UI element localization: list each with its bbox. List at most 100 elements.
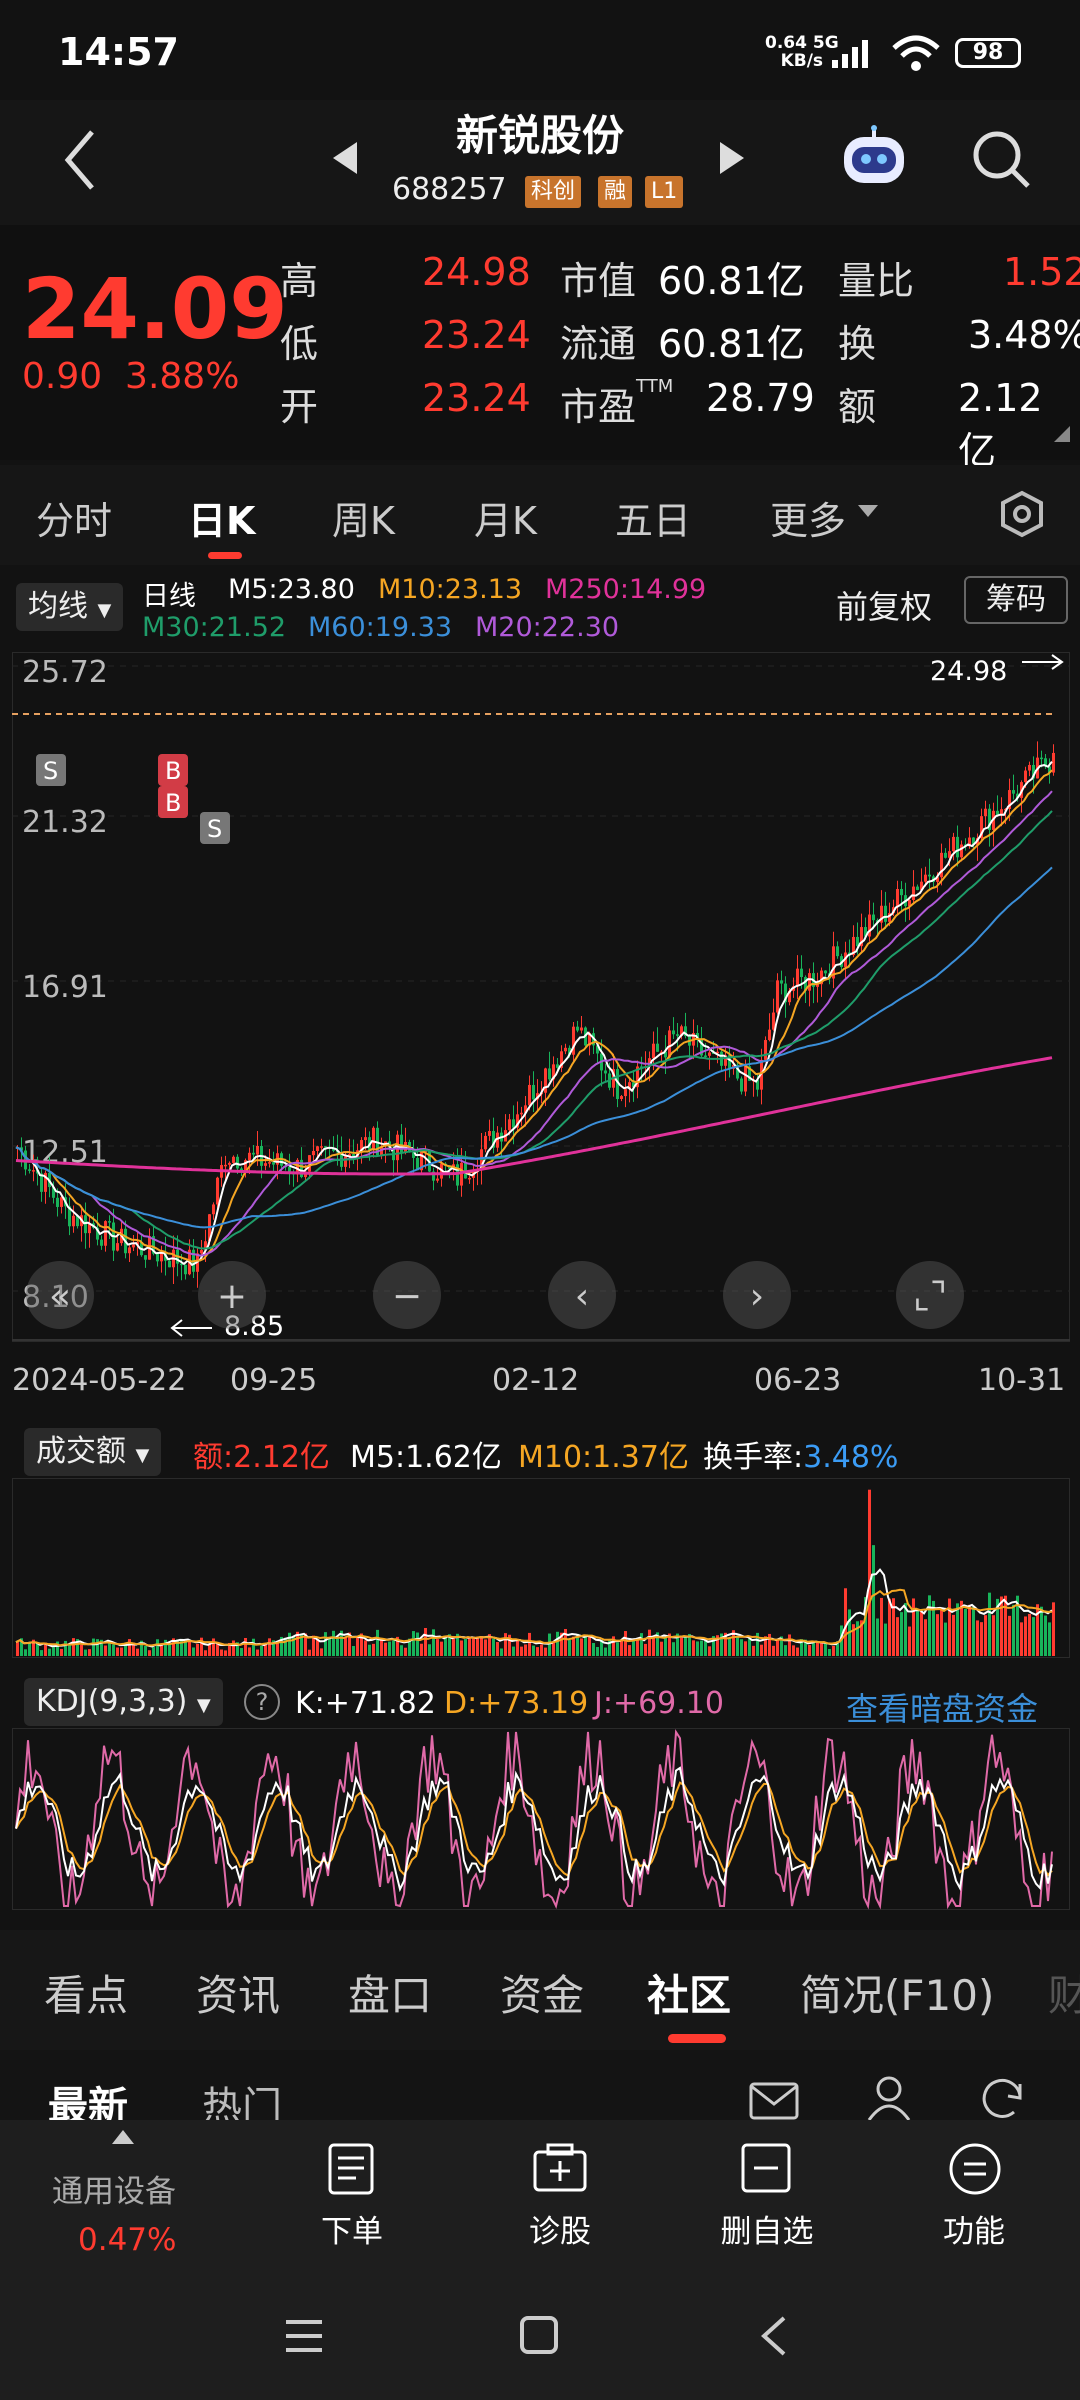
x-tick-label: 2024-05-22 [12, 1363, 186, 1398]
volume-chart[interactable] [12, 1478, 1070, 1658]
kdj-type-label: KDJ(9,3,3) [36, 1684, 188, 1719]
toolbar-order[interactable]: 下单 [300, 2206, 404, 2251]
net-unit: KB/s [780, 51, 824, 71]
volume-bar [48, 1648, 51, 1656]
volume-bar [468, 1636, 471, 1656]
tab-monthly-k[interactable]: 月K [474, 490, 537, 545]
volume-bar [940, 1609, 943, 1656]
candle-body [672, 1030, 675, 1035]
volume-bar [464, 1638, 467, 1656]
chart-control-icon: + [217, 1276, 247, 1317]
kdj-type-dropdown[interactable]: KDJ(9,3,3) ▼ [24, 1678, 223, 1726]
tab-more[interactable]: 更多 [770, 490, 846, 545]
candle-body [272, 1162, 275, 1165]
kdj-j: J:+69.10 [594, 1686, 724, 1721]
diagnose-icon[interactable] [532, 2142, 588, 2194]
volume-bar [232, 1640, 235, 1656]
volume-bar [208, 1644, 211, 1656]
indicator-type-dropdown[interactable]: 均线 ▼ [16, 583, 124, 631]
settings-hexagon-icon[interactable] [998, 490, 1046, 538]
candle-body [544, 1068, 547, 1093]
battery-icon: 98 [955, 38, 1021, 68]
dark-pool-link[interactable]: 查看暗盘资金 [846, 1684, 1038, 1730]
chip-distribution-button[interactable]: 筹码 [964, 576, 1068, 624]
candle-body [252, 1152, 255, 1155]
tab-five-day[interactable]: 五日 [615, 490, 691, 545]
function-menu-icon[interactable] [948, 2142, 1002, 2196]
tab-weekly-k[interactable]: 周K [332, 490, 395, 545]
refresh-icon[interactable] [980, 2076, 1026, 2120]
nav-back-icon[interactable] [758, 2314, 788, 2358]
kdj-help-icon[interactable]: ? [244, 1684, 280, 1720]
order-icon[interactable] [326, 2142, 376, 2196]
ma10-line [15, 769, 1053, 1263]
volume-bar [808, 1645, 811, 1656]
volume-type-dropdown[interactable]: 成交额 ▼ [24, 1428, 162, 1476]
candle-body [532, 1084, 535, 1100]
volume-bar [60, 1648, 63, 1656]
candle-body [1012, 790, 1015, 794]
x-tick-label: 10-31 [978, 1363, 1065, 1398]
price-adjust-toggle[interactable]: 前复权 [836, 582, 932, 628]
tab-profile-f10[interactable]: 简况(F10) [800, 1962, 994, 2023]
volume-bar [672, 1642, 675, 1656]
toolbar-function[interactable]: 功能 [922, 2206, 1026, 2251]
tab-community[interactable]: 社区 [647, 1962, 731, 2023]
expand-corner-icon[interactable] [1054, 426, 1070, 442]
remove-watchlist-icon[interactable] [740, 2142, 792, 2194]
volume-bar [984, 1615, 987, 1656]
sector-name[interactable]: 通用设备 [52, 2166, 176, 2211]
menu-icon[interactable] [282, 2316, 326, 2356]
tab-intraday[interactable]: 分时 [36, 490, 112, 545]
next-stock-icon[interactable] [720, 142, 744, 174]
candle-body [160, 1252, 163, 1262]
robot-assistant-icon[interactable] [838, 125, 910, 191]
wifi-icon [892, 35, 940, 71]
label-pe-ttm: TTM [636, 376, 674, 397]
candle-body [924, 874, 927, 882]
candle-body [184, 1264, 187, 1275]
toolbar-diagnose[interactable]: 诊股 [508, 2206, 612, 2251]
kdj-chart[interactable] [12, 1728, 1070, 1910]
volume-bar [352, 1646, 355, 1656]
volume-bar [240, 1648, 243, 1656]
tab-order-book[interactable]: 盘口 [348, 1962, 432, 2023]
user-icon[interactable] [866, 2074, 912, 2120]
volume-bar [1040, 1606, 1043, 1656]
candle-body [320, 1146, 323, 1148]
candlestick-chart[interactable]: 25.7221.3216.9112.518.1024.98SBBS8.85«+−… [12, 652, 1070, 1342]
volume-bar [260, 1645, 263, 1656]
volume-bar [476, 1637, 479, 1656]
net-speed-value: 0.64 [765, 33, 807, 53]
volume-bar [388, 1641, 391, 1656]
volume-bar [244, 1637, 247, 1656]
candle-body [484, 1135, 487, 1150]
tab-capital[interactable]: 资金 [500, 1962, 584, 2023]
volume-bar [844, 1588, 847, 1656]
candle-body [212, 1204, 215, 1215]
tab-news[interactable]: 资讯 [196, 1962, 280, 2023]
volume-bar [900, 1612, 903, 1656]
volume-bar [1004, 1595, 1007, 1656]
subtab-hot[interactable]: 热门 [202, 2074, 282, 2120]
tab-daily-k[interactable]: 日K [188, 490, 255, 545]
home-icon[interactable] [518, 2314, 560, 2356]
message-icon[interactable] [748, 2078, 800, 2120]
chart-control-icon: › [750, 1276, 764, 1317]
volume-bar [224, 1650, 227, 1656]
volume-bar [704, 1640, 707, 1656]
subtab-latest[interactable]: 最新 [48, 2074, 128, 2120]
candle-body [216, 1177, 219, 1205]
volume-bar [52, 1647, 55, 1656]
candle-body [72, 1215, 75, 1227]
volume-bar [572, 1636, 575, 1656]
tag-margin: 融 [598, 176, 633, 208]
search-icon[interactable] [970, 128, 1032, 190]
volume-bar [80, 1644, 83, 1656]
volume-bar [592, 1642, 595, 1656]
candle-body [168, 1260, 171, 1268]
tab-finance-clipped[interactable]: 财 [1048, 1962, 1080, 2023]
candle-body [708, 1052, 711, 1056]
tab-highlights[interactable]: 看点 [44, 1962, 128, 2023]
toolbar-remove-watchlist[interactable]: 删自选 [700, 2206, 834, 2251]
